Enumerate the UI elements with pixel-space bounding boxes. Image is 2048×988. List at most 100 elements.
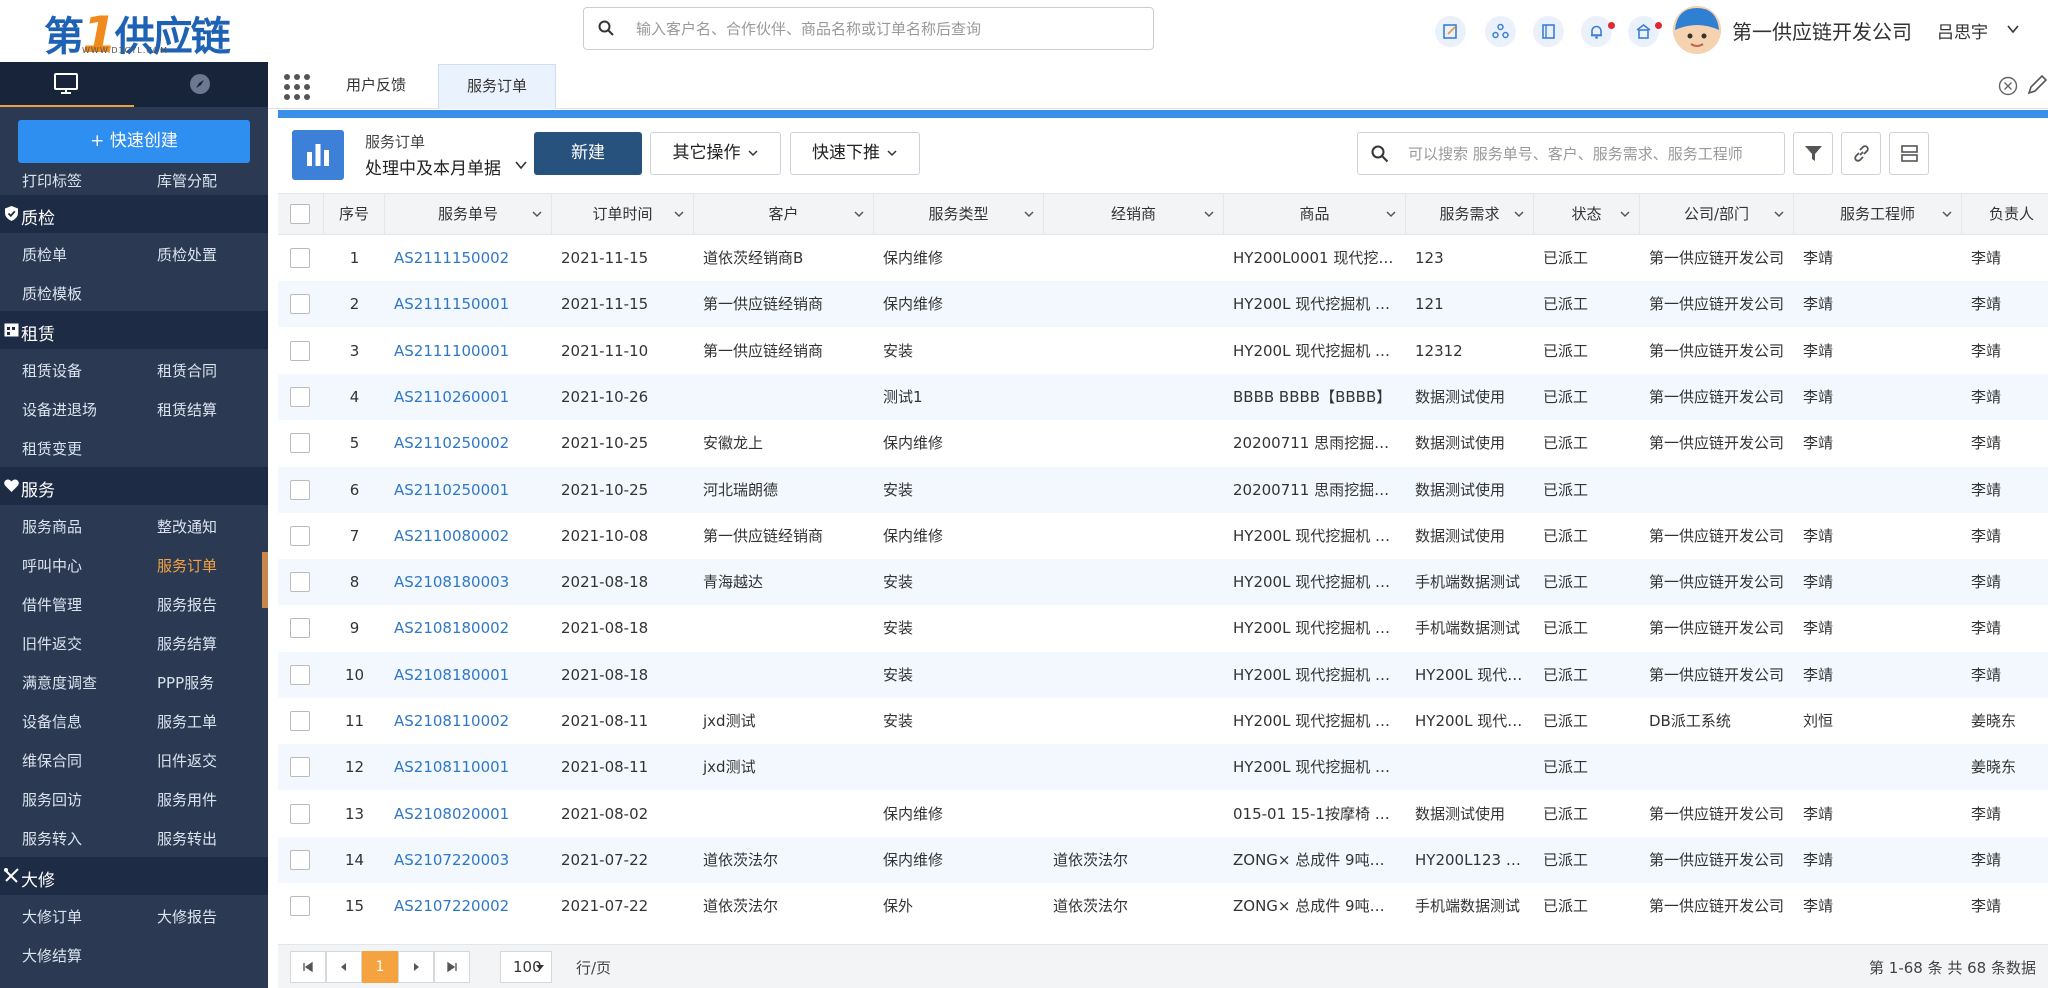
- row-checkbox[interactable]: [290, 294, 310, 315]
- cell-service-no[interactable]: AS2108180001: [385, 652, 552, 698]
- table-row[interactable]: 2 AS2111150001 2021-11-15 第一供应链经销商 保内维修 HY200…: [278, 281, 2048, 328]
- link-button[interactable]: [1841, 132, 1881, 175]
- sidebar-item-maintenance-contract[interactable]: 维保合同: [22, 750, 82, 771]
- sidebar-scrollbar[interactable]: [262, 552, 268, 608]
- table-row[interactable]: 8 AS2108180003 2021-08-18 青海越达 安装 HY200L 现代挖掘…: [278, 559, 2048, 606]
- sidebar-item-service-out[interactable]: 服务转出: [157, 828, 217, 849]
- sidebar-section-lease[interactable]: 租赁: [0, 311, 268, 349]
- sidebar-item-borrow-parts[interactable]: 借件管理: [22, 594, 82, 615]
- sidebar-item-service-revisit[interactable]: 服务回访: [22, 789, 82, 810]
- row-checkbox[interactable]: [290, 711, 310, 731]
- sidebar-section-qc[interactable]: 质检: [0, 195, 268, 233]
- sidebar-tab-explore[interactable]: [134, 62, 268, 107]
- table-row[interactable]: 6 AS2110250001 2021-10-25 河北瑞朗德 安装 20200711 思…: [278, 466, 2048, 513]
- pencil-icon[interactable]: [2026, 74, 2048, 96]
- chevron-down-icon[interactable]: [1023, 208, 1035, 220]
- company-name[interactable]: 第一供应链开发公司: [1732, 16, 1912, 45]
- sidebar-item-old-parts-return-2[interactable]: 旧件返交: [157, 750, 217, 771]
- cell-service-no[interactable]: AS2111150002: [385, 235, 552, 281]
- sidebar-item-service-settle[interactable]: 服务结算: [157, 633, 217, 654]
- table-row[interactable]: 13 AS2108020001 2021-08-02 保内维修 015-01 15-1按…: [278, 791, 2048, 837]
- row-checkbox[interactable]: [290, 849, 310, 870]
- view-selector[interactable]: 处理中及本月单据: [365, 154, 501, 179]
- sidebar-item-ppp-service[interactable]: PPP服务: [157, 672, 214, 693]
- cell-service-no[interactable]: AS2110260001: [385, 374, 552, 420]
- sidebar-item-service-report[interactable]: 服务报告: [157, 594, 217, 615]
- cell-service-no[interactable]: AS2110080002: [385, 513, 552, 559]
- header-col-index[interactable]: 序号: [324, 194, 385, 235]
- row-checkbox[interactable]: [290, 572, 310, 593]
- sidebar-item-equipment-inout[interactable]: 设备进退场: [22, 399, 97, 420]
- user-name[interactable]: 吕思宇: [1937, 18, 1988, 43]
- cell-service-no[interactable]: AS2108020001: [385, 791, 552, 837]
- sidebar-item-service-in[interactable]: 服务转入: [22, 828, 82, 849]
- sidebar-item-work-order[interactable]: 服务工单: [157, 711, 217, 732]
- sidebar-item-print-label[interactable]: 打印标签: [22, 170, 82, 191]
- row-checkbox[interactable]: [290, 803, 310, 824]
- sidebar-item-call-center[interactable]: 呼叫中心: [22, 555, 82, 576]
- current-page[interactable]: 1: [362, 951, 398, 983]
- table-row[interactable]: 10 AS2108180001 2021-08-18 安装 HY200L 现代挖掘机 H…: [278, 651, 2048, 698]
- cell-service-no[interactable]: AS2108180003: [385, 559, 552, 605]
- cell-service-no[interactable]: AS2108180002: [385, 605, 552, 651]
- sidebar-item-qc-order[interactable]: 质检单: [22, 244, 67, 265]
- chevron-down-icon[interactable]: [853, 208, 865, 220]
- row-checkbox[interactable]: [290, 618, 310, 639]
- table-row[interactable]: 12 AS2108110001 2021-08-11 jxd测试 HY200L 现代挖掘…: [278, 744, 2048, 791]
- layout-button[interactable]: [1889, 132, 1929, 175]
- row-checkbox[interactable]: [290, 479, 310, 500]
- header-col-product[interactable]: 商品: [1224, 194, 1406, 235]
- chevron-down-icon[interactable]: [1513, 208, 1525, 220]
- building-icon[interactable]: [1628, 16, 1662, 47]
- row-checkbox[interactable]: [290, 433, 310, 454]
- row-checkbox[interactable]: [290, 248, 310, 268]
- sidebar-item-old-parts-return[interactable]: 旧件返交: [22, 633, 82, 654]
- filter-button[interactable]: [1793, 132, 1833, 175]
- sidebar-item-stock-assign[interactable]: 库管分配: [157, 170, 217, 191]
- header-col-service-demand[interactable]: 服务需求: [1406, 194, 1534, 235]
- table-row[interactable]: 9 AS2108180002 2021-08-18 安装 HY200L 现代挖掘机 HY…: [278, 605, 2048, 651]
- order-search-input[interactable]: [1408, 133, 1778, 174]
- avatar[interactable]: [1673, 6, 1721, 54]
- page-size-select[interactable]: 100: [500, 951, 552, 983]
- chevron-down-icon[interactable]: [673, 208, 685, 220]
- prev-page-button[interactable]: [326, 951, 362, 983]
- table-row[interactable]: 7 AS2110080002 2021-10-08 第一供应链经销商 保内维修 HY200…: [278, 513, 2048, 559]
- sidebar-section-service[interactable]: 服务: [0, 467, 268, 505]
- chevron-down-icon[interactable]: [1385, 208, 1397, 220]
- table-row[interactable]: 5 AS2110250002 2021-10-25 安徽龙上 保内维修 20200711 …: [278, 420, 2048, 466]
- new-button[interactable]: 新建: [534, 132, 642, 175]
- book-icon[interactable]: [1533, 16, 1564, 47]
- row-checkbox[interactable]: [290, 340, 310, 361]
- last-page-button[interactable]: [434, 951, 470, 983]
- sidebar-item-service-goods[interactable]: 服务商品: [22, 516, 82, 537]
- chevron-down-icon[interactable]: [514, 158, 528, 172]
- chevron-down-icon[interactable]: [1773, 208, 1785, 220]
- row-checkbox[interactable]: [290, 896, 310, 917]
- sidebar-item-service-order[interactable]: 服务订单: [157, 555, 217, 576]
- header-col-service-no[interactable]: 服务单号: [385, 194, 552, 235]
- app-grid-icon[interactable]: [282, 72, 312, 102]
- chevron-down-icon[interactable]: [1619, 208, 1631, 220]
- table-row[interactable]: 3 AS2111100001 2021-11-10 第一供应链经销商 安装 HY200L …: [278, 328, 2048, 374]
- sidebar-item-overhaul-report[interactable]: 大修报告: [157, 906, 217, 927]
- row-checkbox[interactable]: [290, 664, 310, 685]
- sidebar-item-overhaul-settle[interactable]: 大修结算: [22, 945, 82, 966]
- cell-service-no[interactable]: AS2110250002: [385, 420, 552, 466]
- other-actions-button[interactable]: 其它操作: [650, 132, 781, 175]
- header-col-service-type[interactable]: 服务类型: [874, 194, 1044, 235]
- tab-service-order[interactable]: 服务订单: [438, 64, 556, 109]
- chevron-down-icon[interactable]: [531, 208, 543, 220]
- row-checkbox[interactable]: [290, 525, 310, 546]
- sidebar-item-qc-handle[interactable]: 质检处置: [157, 244, 217, 265]
- header-col-company-dept[interactable]: 公司/部门: [1640, 194, 1794, 235]
- table-row[interactable]: 14 AS2107220003 2021-07-22 道依茨法尔 保内维修 道依茨法尔 ZO…: [278, 836, 2048, 883]
- header-col-order-time[interactable]: 订单时间: [552, 194, 694, 235]
- sidebar-item-rectify-notice[interactable]: 整改通知: [157, 516, 217, 537]
- first-page-button[interactable]: [290, 951, 326, 983]
- select-all-checkbox[interactable]: [290, 204, 310, 224]
- cell-service-no[interactable]: AS2107220002: [385, 883, 552, 919]
- sidebar-section-overhaul[interactable]: 大修: [0, 857, 268, 895]
- row-checkbox[interactable]: [290, 757, 310, 778]
- cell-service-no[interactable]: AS2110250001: [385, 467, 552, 513]
